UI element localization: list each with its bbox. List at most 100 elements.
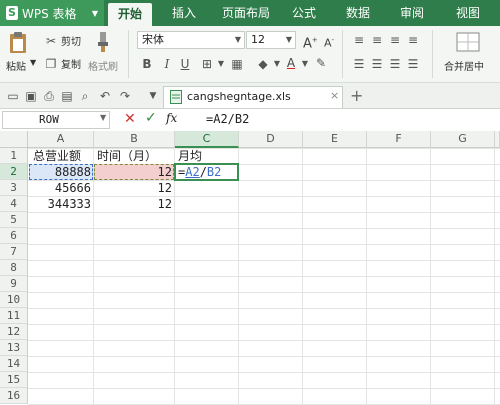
merge-cells-icon[interactable]: ▦: [230, 57, 244, 71]
chevron-down-icon[interactable]: ▼: [298, 57, 312, 71]
cell-c2[interactable]: =A2/B2: [176, 164, 238, 180]
font-name-select[interactable]: 宋体 ▼: [137, 31, 245, 49]
borders-icon[interactable]: ⊞: [200, 57, 214, 71]
column-header-g[interactable]: G: [431, 131, 495, 148]
cell-a4[interactable]: 344333: [29, 196, 93, 212]
cell-a3[interactable]: 45666: [29, 180, 93, 196]
align-justify-icon[interactable]: ≡: [406, 33, 420, 47]
tab-page-layout[interactable]: 页面布局: [214, 0, 278, 26]
clear-format-icon[interactable]: ✎: [314, 56, 328, 70]
row-header-3[interactable]: 3: [0, 180, 28, 196]
row-header-1[interactable]: 1: [0, 148, 28, 164]
merge-center-icon: [456, 32, 480, 52]
row-header-5[interactable]: 5: [0, 212, 28, 228]
copy-button[interactable]: ❐ 复制: [44, 56, 81, 72]
paintbrush-icon: [98, 32, 108, 52]
column-header-a[interactable]: A: [28, 131, 94, 148]
column-header-f[interactable]: F: [367, 131, 431, 148]
cell-b3[interactable]: 12: [94, 180, 174, 196]
underline-icon[interactable]: U: [178, 57, 192, 71]
font-color-icon[interactable]: A: [284, 56, 298, 70]
row-header-7[interactable]: 7: [0, 244, 28, 260]
cancel-edit-icon[interactable]: ✕: [124, 111, 136, 127]
wps-logo-icon: S: [6, 6, 18, 20]
align-left-icon[interactable]: ☰: [352, 57, 366, 71]
align-bottom-icon[interactable]: ≡: [388, 33, 402, 47]
row-header-8[interactable]: 8: [0, 260, 28, 276]
merge-center-button[interactable]: [456, 31, 480, 53]
insert-function-icon[interactable]: fx: [166, 111, 177, 125]
customize-toolbar-icon[interactable]: ▼: [146, 89, 160, 103]
italic-icon[interactable]: I: [160, 57, 174, 71]
confirm-edit-icon[interactable]: ✓: [145, 110, 157, 126]
spreadsheet-file-icon: [170, 90, 182, 104]
row-header-16[interactable]: 16: [0, 388, 28, 404]
find-icon[interactable]: ⌕: [78, 89, 92, 103]
row-header-6[interactable]: 6: [0, 228, 28, 244]
row-header-2[interactable]: 2: [0, 164, 28, 180]
tab-review[interactable]: 审阅: [390, 0, 434, 26]
name-box[interactable]: ROW: [2, 111, 110, 129]
distributed-icon[interactable]: ☰: [406, 57, 420, 71]
cell-a2[interactable]: 88888: [29, 164, 93, 180]
format-painter-button[interactable]: [92, 31, 112, 53]
print-preview-icon[interactable]: ▤: [60, 89, 74, 103]
format-painter-label: 格式刷: [88, 62, 118, 73]
scissors-icon: ✂: [45, 33, 57, 48]
close-icon[interactable]: ×: [330, 89, 339, 102]
cell-b4[interactable]: 12: [94, 196, 174, 212]
tab-data[interactable]: 数据: [336, 0, 380, 26]
column-header-e[interactable]: E: [303, 131, 367, 148]
ribbon-separator: [128, 30, 129, 78]
cell-a1[interactable]: 总营业额: [31, 148, 93, 164]
column-header-b[interactable]: B: [94, 131, 175, 148]
chevron-down-icon[interactable]: ▼: [214, 57, 228, 71]
cell-b1[interactable]: 时间（月）: [95, 148, 174, 164]
cell-c1[interactable]: 月均: [176, 148, 238, 164]
align-middle-icon[interactable]: ≡: [370, 33, 384, 47]
fill-color-icon[interactable]: ◆: [256, 57, 270, 71]
decrease-font-icon[interactable]: A-: [322, 33, 336, 50]
save-icon[interactable]: ▣: [24, 89, 38, 103]
formula-input[interactable]: =A2/B2: [206, 112, 249, 126]
undo-icon[interactable]: ↶: [98, 89, 112, 103]
formula-operator: /: [199, 165, 207, 179]
open-folder-icon[interactable]: ▭: [6, 89, 20, 103]
row-header-10[interactable]: 10: [0, 292, 28, 308]
copy-icon: ❐: [45, 56, 57, 71]
chevron-down-icon: ▼: [285, 35, 292, 44]
row-header-11[interactable]: 11: [0, 308, 28, 324]
row-header-14[interactable]: 14: [0, 356, 28, 372]
print-icon[interactable]: ⎙: [42, 89, 56, 103]
cell-b2[interactable]: 12: [94, 164, 174, 180]
tab-home[interactable]: 开始: [108, 3, 152, 26]
redo-icon[interactable]: ↷: [118, 89, 132, 103]
row-header-4[interactable]: 4: [0, 196, 28, 212]
column-header-h[interactable]: [495, 131, 500, 148]
font-size-select[interactable]: 12 ▼: [246, 31, 296, 49]
new-tab-icon[interactable]: +: [350, 86, 363, 105]
chevron-down-icon[interactable]: ▼: [270, 57, 284, 71]
row-header-13[interactable]: 13: [0, 340, 28, 356]
increase-font-icon[interactable]: A+: [303, 33, 318, 51]
align-top-icon[interactable]: ≡: [352, 33, 366, 47]
align-center-icon[interactable]: ☰: [370, 57, 384, 71]
column-header-d[interactable]: D: [239, 131, 303, 148]
tab-insert[interactable]: 插入: [162, 0, 206, 26]
paste-dropdown-icon[interactable]: ▼: [30, 58, 36, 67]
paste-button[interactable]: [8, 31, 28, 55]
row-header-15[interactable]: 15: [0, 372, 28, 388]
align-right-icon[interactable]: ☰: [388, 57, 402, 71]
bold-icon[interactable]: B: [140, 57, 154, 71]
chevron-down-icon: ▼: [91, 8, 98, 18]
cut-button[interactable]: ✂ 剪切: [44, 33, 81, 49]
row-header-9[interactable]: 9: [0, 276, 28, 292]
select-all-corner[interactable]: [0, 131, 28, 148]
tab-formulas[interactable]: 公式: [282, 0, 326, 26]
column-header-c[interactable]: C: [175, 131, 239, 148]
row-header-12[interactable]: 12: [0, 324, 28, 340]
app-menu-button[interactable]: S WPS 表格 ▼: [0, 0, 104, 26]
merge-center-label: 合并居中: [444, 62, 484, 73]
tab-view[interactable]: 视图: [446, 0, 490, 26]
chevron-down-icon[interactable]: ▼: [100, 113, 106, 122]
